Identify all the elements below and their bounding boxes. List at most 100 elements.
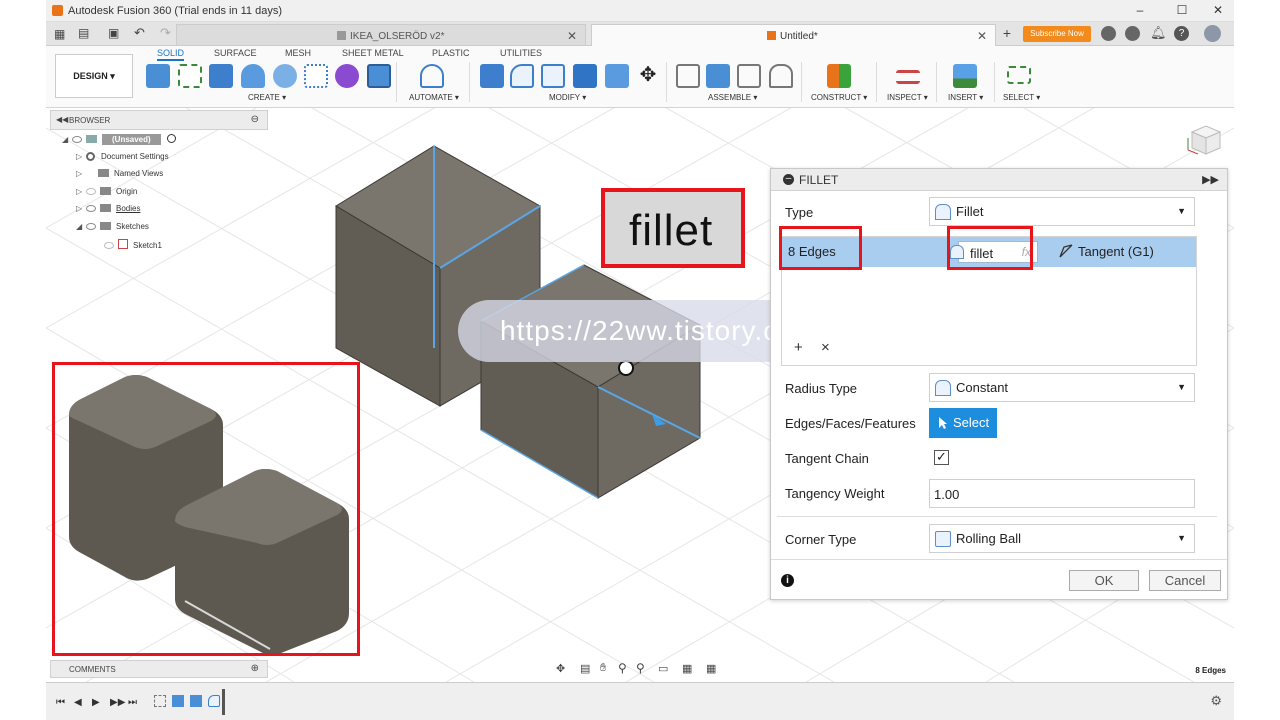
tree-item-document-settings[interactable]: ▷ Document Settings — [76, 152, 169, 161]
help-icon[interactable]: ? — [1174, 26, 1189, 41]
select-box-icon[interactable] — [1007, 66, 1031, 84]
look-at-icon[interactable]: ▤ — [580, 662, 590, 675]
create-group-label[interactable]: CREATE ▾ — [248, 93, 286, 102]
add-selection-set-icon[interactable]: + — [794, 339, 803, 356]
viewcube-icon[interactable] — [1184, 120, 1224, 160]
select-edges-button[interactable]: Select — [929, 408, 997, 438]
new-component-assemble-icon[interactable] — [706, 64, 730, 88]
inspect-group-label[interactable]: INSPECT ▾ — [887, 93, 928, 102]
tab-solid[interactable]: SOLID — [157, 48, 185, 61]
maximize-button[interactable]: ☐ — [1168, 3, 1196, 17]
info-icon[interactable]: i — [781, 574, 794, 587]
fillet-icon[interactable] — [510, 64, 534, 88]
go-to-end-icon[interactable]: ⏭ — [128, 697, 137, 708]
modify-group-label[interactable]: MODIFY ▾ — [549, 93, 586, 102]
tab-utilities[interactable]: UTILITIES — [500, 48, 542, 58]
visibility-eye-icon[interactable] — [86, 223, 96, 230]
type-select[interactable]: Fillet ▼ — [929, 197, 1195, 226]
3d-viewport[interactable]: fillet https://22ww.tistory.com ◀◀ BROWS… — [46, 108, 1234, 682]
form-icon[interactable] — [335, 64, 359, 88]
joint-icon[interactable] — [676, 64, 700, 88]
tab-mesh[interactable]: MESH — [285, 48, 311, 58]
tab-plastic[interactable]: PLASTIC — [432, 48, 470, 58]
file-menu-icon[interactable]: ▤ — [78, 26, 89, 40]
timeline-sketch-icon[interactable] — [154, 695, 166, 707]
extensions-icon[interactable] — [1101, 26, 1116, 41]
joint-origin-icon[interactable] — [769, 64, 793, 88]
tab-ikea-olserod[interactable]: IKEA_OLSERÖD v2* ✕ — [176, 24, 586, 46]
radius-type-select[interactable]: Constant ▼ — [929, 373, 1195, 402]
box-icon[interactable] — [367, 64, 391, 88]
pattern-icon[interactable] — [304, 64, 328, 88]
visibility-eye-icon[interactable] — [72, 136, 82, 143]
fit-icon[interactable]: ⚲ — [636, 661, 645, 675]
workspace-switcher-button[interactable]: DESIGN ▾ — [55, 54, 133, 98]
go-to-start-icon[interactable]: ⏮ — [56, 697, 65, 708]
close-window-button[interactable]: ✕ — [1204, 3, 1232, 17]
automate-icon[interactable] — [420, 64, 444, 88]
expand-arrow-icon[interactable]: ▷ — [76, 152, 86, 161]
job-status-icon[interactable] — [1125, 26, 1140, 41]
comments-panel-header[interactable]: COMMENTS ⊕ — [50, 660, 268, 678]
expand-arrow-icon[interactable]: ▷ — [76, 204, 86, 213]
new-component-icon[interactable] — [146, 64, 170, 88]
timeline-fillet-icon[interactable] — [208, 695, 220, 707]
revolve-icon[interactable] — [241, 64, 265, 88]
collapse-browser-icon[interactable]: ◀◀ — [56, 115, 68, 124]
cancel-button[interactable]: Cancel — [1149, 570, 1221, 591]
undo-icon[interactable]: ↶ — [134, 25, 145, 41]
as-built-joint-icon[interactable] — [737, 64, 761, 88]
timeline-marker[interactable] — [222, 689, 225, 715]
timeline-extrude-icon[interactable] — [172, 695, 184, 707]
tree-item-bodies[interactable]: ▷ Bodies — [76, 204, 140, 213]
continuity-value[interactable]: Tangent (G1) — [1078, 244, 1154, 259]
visibility-eye-icon[interactable] — [86, 188, 96, 195]
tab-untitled[interactable]: Untitled* ✕ — [591, 24, 996, 46]
expand-dialog-icon[interactable]: ▶▶ — [1202, 173, 1219, 186]
add-comment-icon[interactable]: ⊕ — [251, 663, 259, 674]
visibility-eye-icon[interactable] — [104, 242, 114, 249]
tab-sheet-metal[interactable]: SHEET METAL — [342, 48, 404, 58]
tangent-chain-checkbox[interactable]: ✓ — [934, 450, 949, 465]
combine-icon[interactable] — [605, 64, 629, 88]
avatar[interactable] — [1204, 25, 1221, 42]
play-icon[interactable]: ▶ — [92, 697, 100, 708]
activate-radio-icon[interactable] — [166, 134, 176, 143]
tree-root[interactable]: ◢ (Unsaved) — [62, 134, 176, 145]
step-back-icon[interactable]: ◀ — [74, 697, 82, 708]
insert-group-label[interactable]: INSERT ▾ — [948, 93, 983, 102]
tree-item-sketch1[interactable]: Sketch1 — [104, 239, 162, 250]
offset-plane-icon[interactable] — [827, 64, 851, 88]
construct-group-label[interactable]: CONSTRUCT ▾ — [811, 93, 867, 102]
redo-icon[interactable]: ↷ — [160, 25, 171, 41]
press-pull-icon[interactable] — [480, 64, 504, 88]
viewports-icon[interactable]: ▦ — [706, 662, 716, 675]
timeline-extrude-icon[interactable] — [190, 695, 202, 707]
expand-arrow-icon[interactable]: ▷ — [76, 169, 86, 178]
tree-item-origin[interactable]: ▷ Origin — [76, 187, 137, 196]
timeline-settings-gear-icon[interactable]: ⚙ — [1210, 693, 1222, 709]
step-forward-icon[interactable]: ▶▶ — [110, 697, 125, 708]
subscribe-button[interactable]: Subscribe Now — [1023, 26, 1091, 42]
browser-panel-header[interactable]: ◀◀ BROWSER ⊖ — [50, 110, 268, 130]
measure-icon[interactable] — [896, 70, 920, 84]
create-sketch-icon[interactable] — [178, 64, 202, 88]
grid-settings-icon[interactable]: ▦ — [682, 662, 692, 675]
shell-icon[interactable] — [573, 64, 597, 88]
close-tab-icon[interactable]: ✕ — [977, 29, 987, 43]
fillet-dialog-header[interactable]: – FILLET ▶▶ — [771, 169, 1227, 191]
display-settings-icon[interactable]: ▭ — [658, 662, 668, 675]
grid-menu-icon[interactable]: ▦ — [54, 27, 65, 41]
close-tab-icon[interactable]: ✕ — [567, 29, 577, 43]
save-icon[interactable]: ▣ — [108, 26, 119, 40]
browser-minimize-icon[interactable]: ⊖ — [251, 114, 259, 125]
select-group-label[interactable]: SELECT ▾ — [1003, 93, 1040, 102]
move-copy-icon[interactable]: ✥ — [636, 64, 660, 88]
orbit-icon[interactable]: ✥ — [556, 662, 565, 675]
assemble-group-label[interactable]: ASSEMBLE ▾ — [708, 93, 757, 102]
collapse-dialog-icon[interactable]: – — [783, 174, 794, 185]
automate-group-label[interactable]: AUTOMATE ▾ — [409, 93, 459, 102]
zoom-icon[interactable]: ⚲ — [618, 661, 627, 675]
notifications-icon[interactable]: 🔔︎ — [1150, 25, 1167, 41]
ok-button[interactable]: OK — [1069, 570, 1139, 591]
